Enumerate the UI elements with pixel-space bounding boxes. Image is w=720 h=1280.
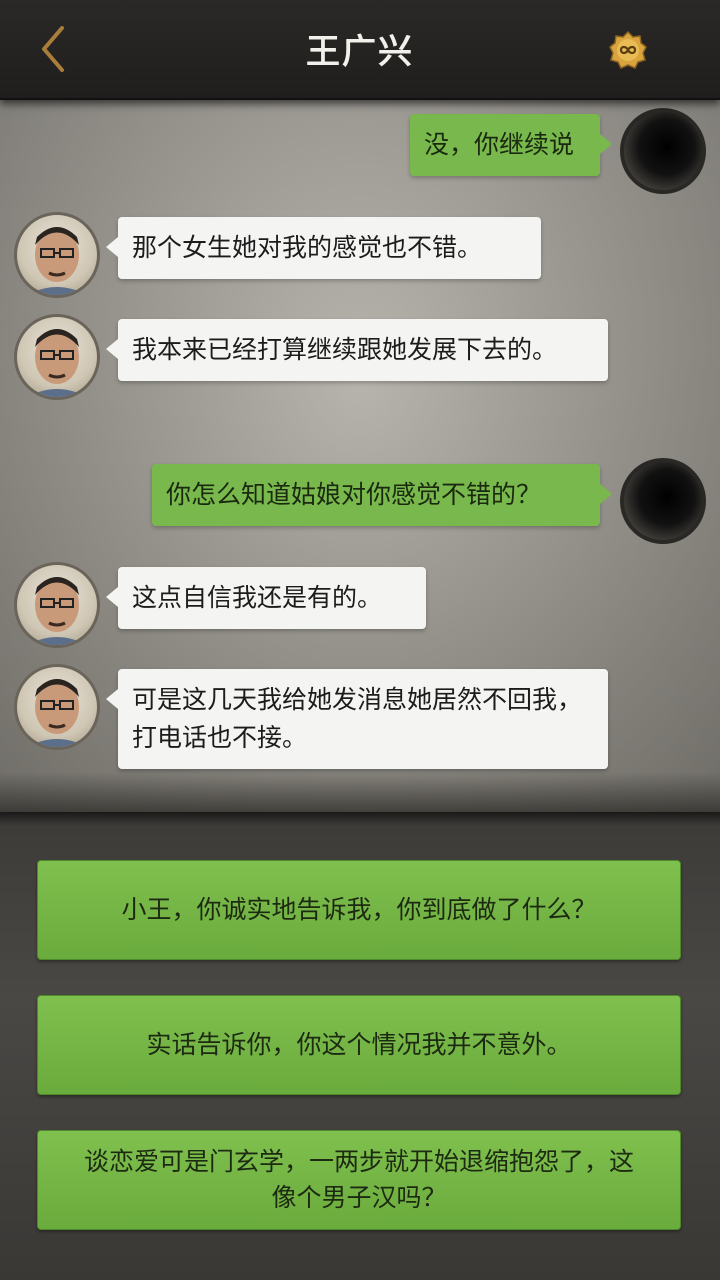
npc-avatar	[14, 314, 100, 400]
infinity-badge-button[interactable]	[608, 30, 648, 70]
reply-option-label: 实话告诉你，你这个情况我并不意外。	[146, 1030, 572, 1059]
man-portrait-icon	[27, 679, 87, 747]
message-text: 这点自信我还是有的。	[132, 583, 383, 612]
reply-option-label: 谈恋爱可是门玄学，一两步就开始退缩抱怨了，这像个男子汉吗？	[83, 1147, 634, 1212]
reply-option-label: 小王，你诚实地告诉我，你到底做了什么？	[121, 895, 597, 924]
message-text: 那个女生她对我的感觉也不错。	[132, 233, 483, 262]
npc-avatar	[14, 664, 100, 750]
message-text: 你怎么知道姑娘对你感觉不错的？	[166, 480, 542, 509]
man-portrait-icon	[27, 227, 87, 295]
npc-avatar	[14, 562, 100, 648]
reply-options-panel: 小王，你诚实地告诉我，你到底做了什么？ 实话告诉你，你这个情况我并不意外。 谈恋…	[0, 812, 720, 1280]
message-bubble-npc: 这点自信我还是有的。	[106, 567, 426, 629]
message-bubble-npc: 那个女生她对我的感觉也不错。	[106, 217, 541, 279]
top-bar: 王广兴	[0, 0, 720, 100]
npc-avatar	[14, 212, 100, 298]
man-portrait-icon	[27, 329, 87, 397]
player-avatar	[620, 108, 706, 194]
man-portrait-icon	[27, 577, 87, 645]
reply-option-button[interactable]: 谈恋爱可是门玄学，一两步就开始退缩抱怨了，这像个男子汉吗？	[37, 1130, 681, 1230]
chat-area[interactable]: 没，你继续说 那个女生她对我的感觉也不错。 我本来已经打算继续跟她发展下去的。	[0, 98, 720, 812]
player-avatar	[620, 458, 706, 544]
infinity-badge-icon	[609, 30, 647, 69]
reply-option-button[interactable]: 实话告诉你，你这个情况我并不意外。	[37, 995, 681, 1095]
message-text: 没，你继续说	[424, 130, 575, 159]
message-text: 可是这几天我给她发消息她居然不回我，打电话也不接。	[132, 685, 583, 752]
message-bubble-npc: 可是这几天我给她发消息她居然不回我，打电话也不接。	[106, 669, 608, 769]
message-text: 我本来已经打算继续跟她发展下去的。	[132, 335, 558, 364]
reply-option-button[interactable]: 小王，你诚实地告诉我，你到底做了什么？	[37, 860, 681, 960]
message-bubble-player: 没，你继续说	[410, 114, 612, 176]
message-bubble-npc: 我本来已经打算继续跟她发展下去的。	[106, 319, 608, 381]
message-bubble-player: 你怎么知道姑娘对你感觉不错的？	[152, 464, 612, 526]
